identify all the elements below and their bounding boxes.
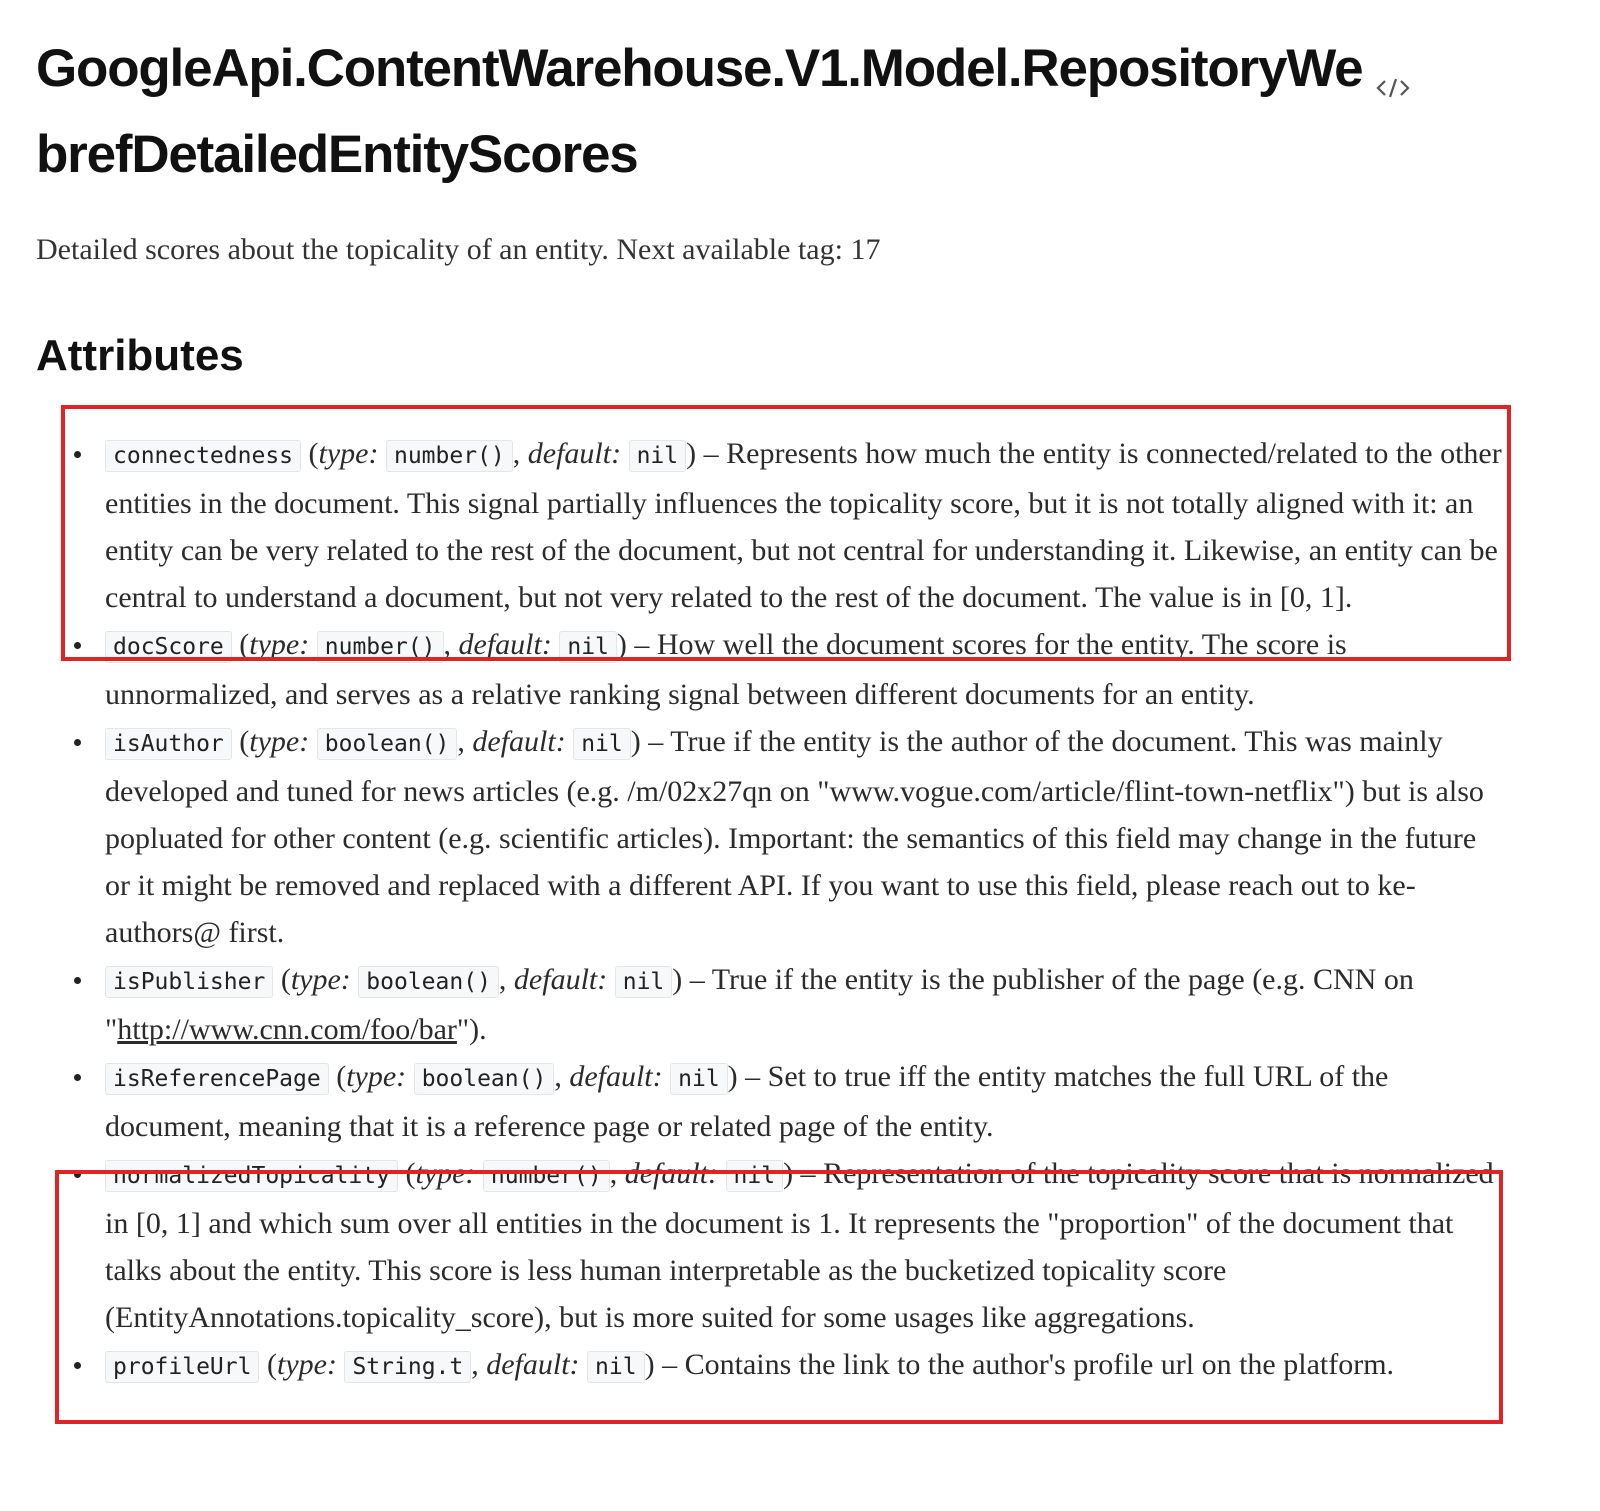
attribute-default: nil xyxy=(725,1160,784,1192)
code-icon[interactable] xyxy=(1376,40,1410,98)
type-label: type: xyxy=(318,437,379,470)
attribute-name: isAuthor xyxy=(105,728,232,760)
attribute-type: number() xyxy=(482,1160,610,1192)
module-page: GoogleApi.ContentWarehouse.V1.Model.Repo… xyxy=(36,0,1566,1391)
attribute-name: docScore xyxy=(105,631,232,663)
default-label: default: xyxy=(624,1157,719,1190)
module-title-line-1: GoogleApi.ContentWarehouse.V1.Model.Repo… xyxy=(36,26,1516,112)
attribute-type: boolean() xyxy=(358,966,499,998)
default-label: default: xyxy=(513,963,608,996)
default-label: default: xyxy=(472,725,566,758)
attribute-item-isauthor: isAuthor (type: boolean(), default: nil)… xyxy=(36,718,1505,956)
attribute-item-isreferencepage: isReferencePage (type: boolean(), defaul… xyxy=(36,1053,1505,1150)
attribute-default: nil xyxy=(587,1351,645,1383)
attribute-type: String.t xyxy=(344,1351,472,1383)
attribute-name: connectedness xyxy=(105,440,302,472)
attribute-item-profileurl: profileUrl (type: String.t, default: nil… xyxy=(36,1341,1505,1391)
type-label: type: xyxy=(276,1348,337,1381)
type-label: type: xyxy=(249,725,310,758)
attributes-heading: Attributes xyxy=(36,331,244,380)
type-label: type: xyxy=(346,1060,407,1093)
attribute-default: nil xyxy=(573,728,631,760)
attribute-item-normalizedtopicality: normalizedTopicality (type: number(), de… xyxy=(36,1150,1505,1341)
attribute-type: number() xyxy=(316,631,444,663)
attribute-item-docscore: docScore (type: number(), default: nil) … xyxy=(36,621,1505,718)
attribute-name: profileUrl xyxy=(105,1351,260,1383)
module-title-line-2: brefDetailedEntityScores xyxy=(36,125,639,184)
attribute-default: nil xyxy=(670,1063,728,1095)
default-label: default: xyxy=(458,628,552,661)
attribute-description-after-link: "). xyxy=(456,1013,487,1046)
attribute-item-connectedness: connectedness (type: number(), default: … xyxy=(36,430,1505,621)
attribute-default: nil xyxy=(628,440,687,472)
attribute-name: isReferencePage xyxy=(105,1063,329,1095)
attribute-name: isPublisher xyxy=(105,966,274,998)
attribute-item-ispublisher: isPublisher (type: boolean(), default: n… xyxy=(36,956,1505,1053)
attribute-default: nil xyxy=(614,966,673,998)
attribute-type: boolean() xyxy=(413,1063,555,1095)
attribute-default: nil xyxy=(559,631,617,663)
type-label: type: xyxy=(249,628,310,661)
cnn-example-link[interactable]: http://www.cnn.com/foo/bar xyxy=(117,1013,457,1046)
attribute-description: True if the entity is the author of the … xyxy=(105,725,1484,949)
default-label: default: xyxy=(486,1348,580,1381)
attributes-list: connectedness (type: number(), default: … xyxy=(36,430,1566,1391)
type-label: type: xyxy=(290,963,351,996)
type-label: type: xyxy=(415,1157,476,1190)
module-description: Detailed scores about the topicality of … xyxy=(36,233,881,266)
attribute-description: Represents how much the entity is connec… xyxy=(105,437,1502,614)
attribute-type: number() xyxy=(385,440,513,472)
default-label: default: xyxy=(527,437,622,470)
attribute-type: boolean() xyxy=(316,728,458,760)
default-label: default: xyxy=(569,1060,663,1093)
module-title: GoogleApi.ContentWarehouse.V1.Model.Repo… xyxy=(36,0,1516,198)
attribute-description: Contains the link to the author's profil… xyxy=(684,1348,1395,1381)
attribute-name: normalizedTopicality xyxy=(105,1160,398,1192)
